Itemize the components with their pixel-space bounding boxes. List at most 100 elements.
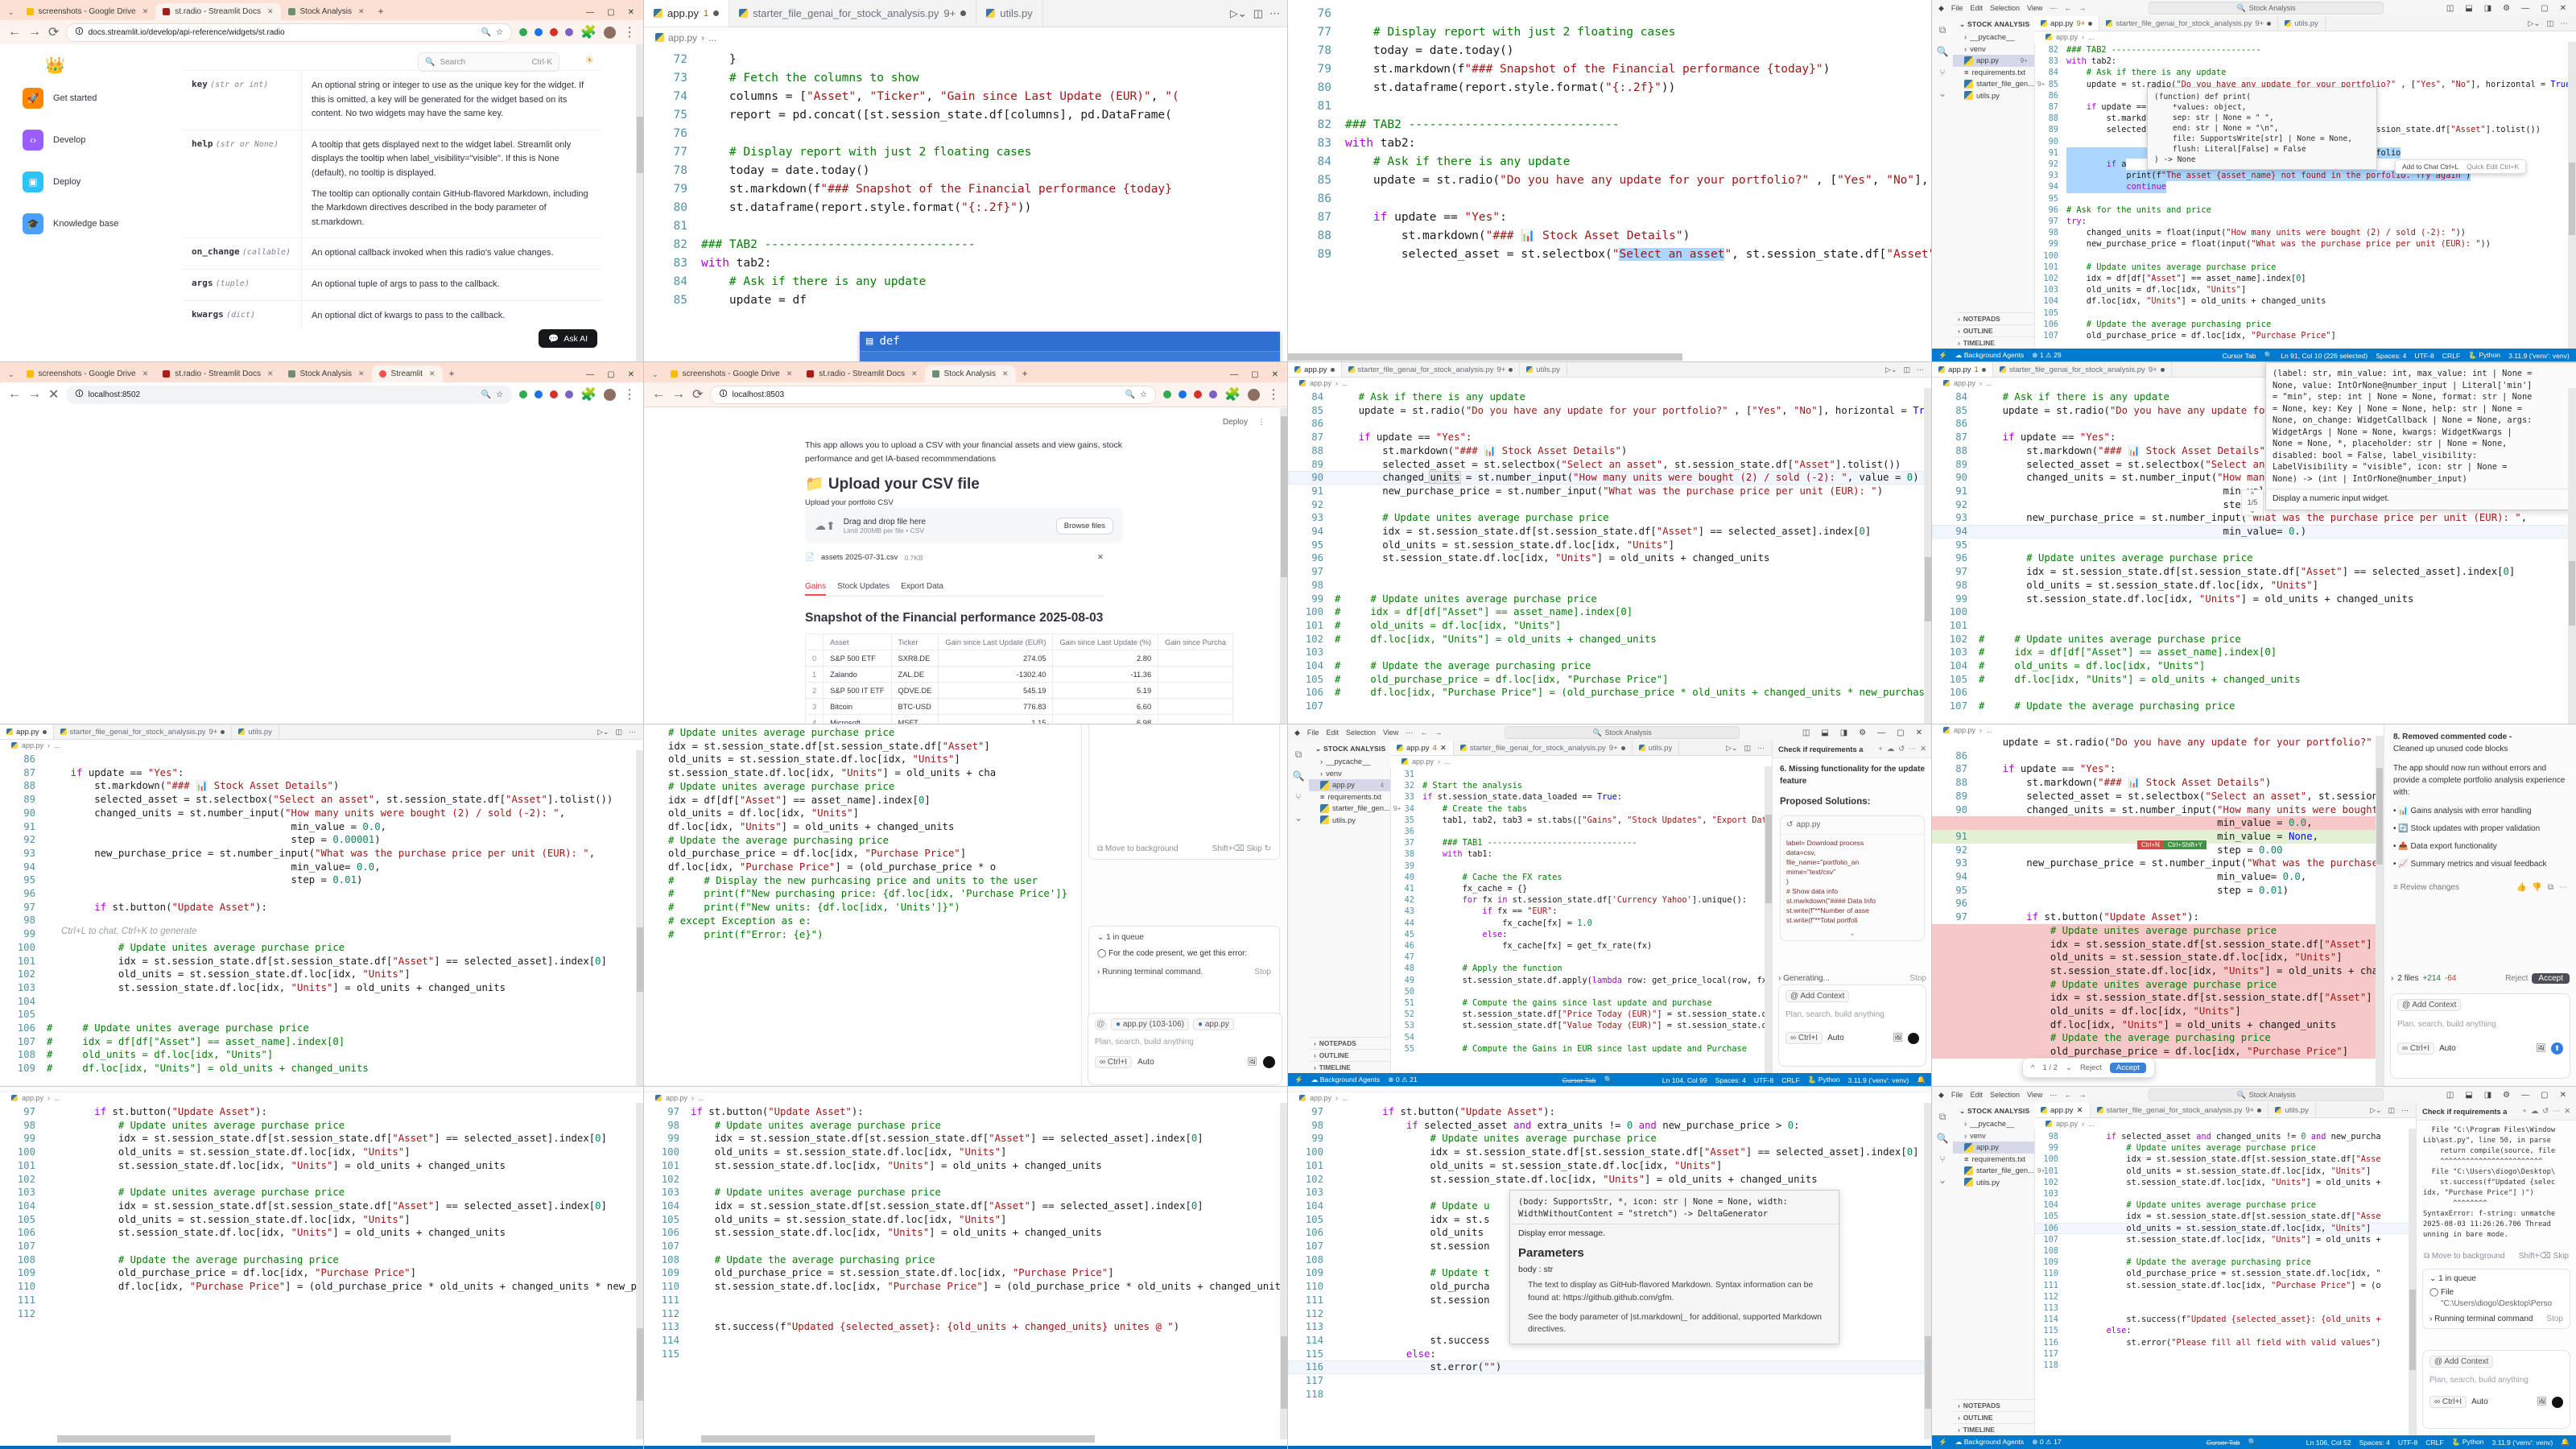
chat-composer[interactable]: @ ● app.py (103-106) ● app.py Plan, sear… [1088,1013,1282,1085]
scrollbar[interactable] [2568,388,2576,724]
code-editor[interactable]: 97 if st.button("Update Asset"):98 # Upd… [0,1104,644,1320]
close-icon[interactable]: ✕ [358,369,365,378]
close-icon[interactable]: ✕ [267,7,274,16]
menu-file[interactable]: File [1307,729,1319,737]
menu-edit[interactable]: Edit [1970,1091,1983,1099]
close-icon[interactable]: ✕ [1920,745,1926,753]
file-app-py[interactable]: app.py [1953,1141,2034,1154]
layout-icon[interactable]: ◫ [1802,729,1810,737]
notepads-panel[interactable]: ›NOTEPADS [1953,312,2034,324]
language-status[interactable]: 🐍 Python [2468,351,2500,360]
app-menu-kebab-icon[interactable]: ⋮ [1257,418,1265,427]
code-editor[interactable]: # Update unites average purchase priceid… [668,726,1079,941]
python-version-status[interactable]: 3.11.9 ('venv': venv) [2508,352,2570,360]
run-icon[interactable]: ▷⌄ [1726,744,1737,753]
forward-icon[interactable]: → [28,387,41,402]
chat-input[interactable]: Plan, search, build anything [2429,1376,2563,1385]
bookmark-icon[interactable]: ☆ [1140,390,1147,399]
eol-status[interactable]: CRLF [2442,352,2460,360]
explorer-title[interactable]: ⌄ STOCK ANALYSIS [1953,16,2034,31]
menu-edit[interactable]: Edit [1970,4,1983,12]
outline-panel[interactable]: ›OUTLINE [1309,1049,1390,1061]
maximize-icon[interactable]: ▢ [1897,729,1904,737]
source-control-icon[interactable]: ⑂ [1295,791,1301,803]
code-editor[interactable]: 8687 if update == "Yes":88 st.markdown("… [0,751,644,1075]
browser-tab[interactable]: screenshots - Google Drive✕ [19,3,156,20]
queue-header[interactable]: ⌄ 1 in queue [1097,933,1271,942]
close-window-icon[interactable]: ✕ [1916,729,1922,737]
file-starter[interactable]: starter_file_gen...9+ [1309,803,1390,815]
menu-more[interactable]: ⋯ [2050,1091,2057,1100]
remote-icon[interactable]: ⚡ [1294,1075,1303,1084]
sidebar-item-develop[interactable]: ‹›Develop [23,130,181,151]
language-status[interactable]: 🐍 Python [2452,1438,2484,1447]
breadcrumb[interactable]: app.py›... [1390,756,1773,767]
extension-icon[interactable] [535,28,543,36]
tab-stock-updates[interactable]: Stock Updates [837,582,890,596]
chat-composer[interactable]: @ Add Context Plan, search, build anythi… [2422,1350,2570,1429]
cursor-tab-status[interactable]: Cursor Tab [2207,1439,2240,1447]
back-icon[interactable]: ← [8,25,21,39]
tab-utils-py[interactable]: utils.py [232,724,279,739]
minimize-icon[interactable]: — [586,370,594,379]
tab-utils-py[interactable]: utils.py [976,0,1042,27]
image-attach-icon[interactable]: 🖼 [1247,1058,1257,1067]
address-bar[interactable]: 🛈localhost:8503🔍☆ [710,386,1156,404]
file-requirements[interactable]: ≡requirements.txt [1309,791,1390,803]
signature-pager[interactable]: ^1/5⌄ [2241,489,2264,516]
menu-more[interactable]: ⋯ [2050,4,2057,13]
close-window-icon[interactable]: ✕ [628,8,634,17]
split-editor-icon[interactable]: ◫ [2547,19,2554,28]
menu-selection[interactable]: Selection [1990,4,2020,12]
run-icon[interactable]: ▷⌄ [2370,1106,2381,1115]
tab-export-data[interactable]: Export Data [901,582,943,596]
python-version-status[interactable]: 3.11.9 ('venv': venv) [2492,1439,2553,1447]
cursor-position[interactable]: Ln 91, Col 10 (226 selected) [2281,352,2368,360]
stop-button[interactable]: Stop [2546,1315,2563,1323]
problems-indicator[interactable]: ⊗ 1 ⚠ 29 [2032,351,2061,360]
more-icon[interactable]: ⌄ [1938,1174,1946,1186]
menu-file[interactable]: File [1951,1091,1963,1099]
accept-shortcut-button[interactable]: Ctrl+Shift+Y [2164,840,2207,849]
split-editor-icon[interactable]: ◫ [615,728,622,737]
browser-tab[interactable]: Stock Analysis✕ [281,365,372,382]
problems-indicator[interactable]: ⊗ 0 ⚠ 17 [2032,1438,2061,1447]
close-icon[interactable]: ✕ [2077,1106,2083,1115]
extension-icon[interactable] [1194,390,1202,398]
tab-starter-file[interactable]: starter_file_genai_for_stock_analysis.py… [54,724,233,739]
reject-button[interactable]: Reject [2080,1063,2102,1072]
close-window-icon[interactable]: ✕ [2560,4,2566,13]
site-info-icon[interactable]: 🛈 [75,388,83,402]
source-control-icon[interactable]: ⑂ [1939,67,1945,78]
tab-starter-file[interactable]: starter_file_genai_for_stock_analysis.py… [1342,362,1521,377]
model-selector[interactable]: Auto [1137,1058,1154,1067]
model-selector[interactable]: Auto [2471,1397,2488,1406]
profile-avatar[interactable] [1248,389,1260,401]
image-attach-icon[interactable]: 🖼 [2537,1397,2547,1406]
zoom-icon[interactable]: 🔍 [1125,390,1135,399]
split-editor-icon[interactable]: ◫ [1253,7,1263,20]
agent-mode-chip[interactable]: ∞ Ctrl+I [1785,1032,1823,1044]
outline-panel[interactable]: ›OUTLINE [1953,324,2034,336]
explorer-title[interactable]: ⌄ STOCK ANALYSIS [1309,741,1390,756]
file-requirements[interactable]: ≡requirements.txt [1953,67,2034,79]
context-chip[interactable]: ● app.py [1193,1018,1234,1030]
send-button[interactable]: ⬆ [2551,1042,2563,1055]
move-to-background-button[interactable]: ⧉ Move to background [2424,1252,2505,1261]
run-icon[interactable]: ▷⌄ [2528,19,2540,28]
at-icon[interactable]: @ [1095,1018,1107,1030]
folder-pycache[interactable]: ›__pycache__ [1953,31,2034,43]
panel-icon[interactable]: ⬓ [2465,1091,2472,1100]
chat-composer[interactable]: @ Add Context Plan, search, build anythi… [1778,985,1926,1067]
minimize-icon[interactable]: — [1877,729,1885,737]
panel-icon[interactable]: ⬓ [2465,4,2472,13]
autocomplete-popup[interactable]: ▤def [860,332,1280,362]
chat-input[interactable]: Plan, search, build anything [2397,1020,2563,1029]
back-icon[interactable]: ← [8,387,21,402]
new-tab-button[interactable]: + [1016,368,1028,382]
tab-search-chevron-icon[interactable]: ⌄ [647,370,663,382]
explorer-icon[interactable]: ⧉ [1295,749,1302,761]
reload-icon[interactable]: ⟳ [48,24,59,40]
breadcrumb[interactable]: app.py›... [0,740,644,751]
extension-icon[interactable] [1163,390,1171,398]
